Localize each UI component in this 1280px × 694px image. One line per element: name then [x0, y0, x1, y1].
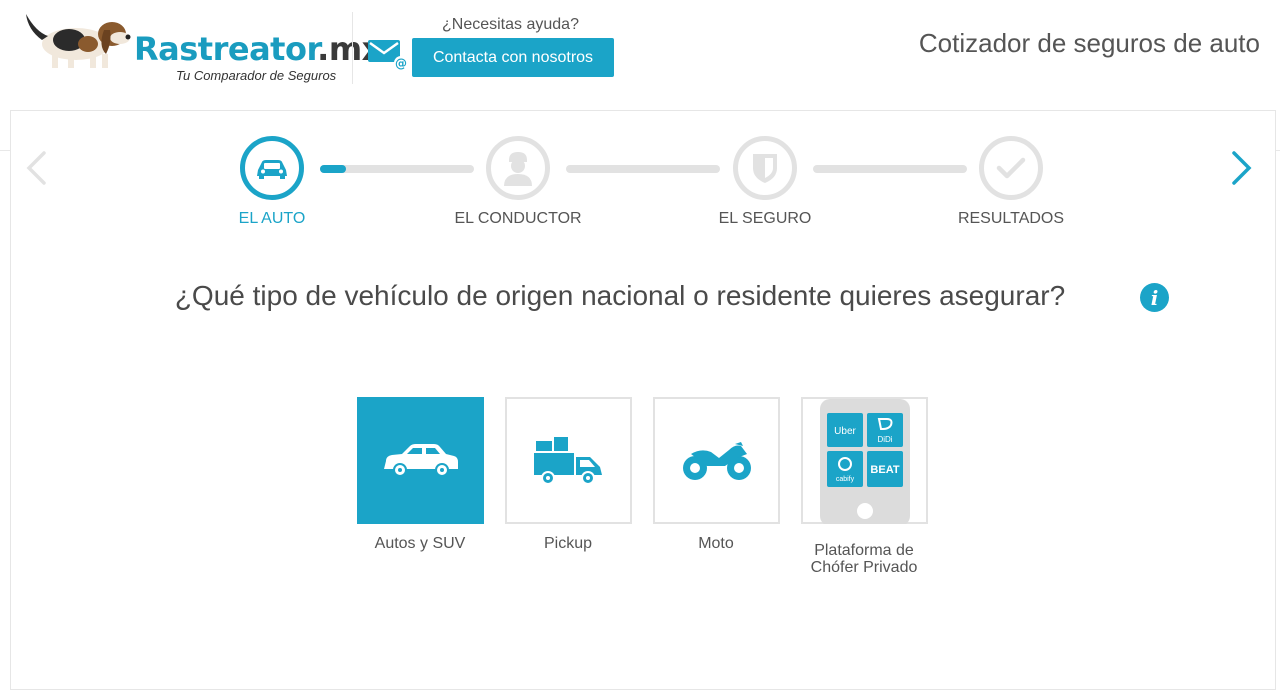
- beat-logo: BEAT: [870, 464, 899, 476]
- chevron-left-icon[interactable]: [24, 150, 48, 186]
- option-label-line1: Plataforma de: [814, 542, 914, 559]
- shield-icon: [753, 154, 777, 183]
- basset-hound-logo-icon: [26, 14, 131, 68]
- step-el-auto[interactable]: [240, 136, 304, 200]
- vehicle-type-question-text: ¿Qué tipo de vehículo de origen nacional…: [174, 280, 1066, 311]
- progress-bar-1-fill: [320, 165, 346, 173]
- car-icon: [383, 443, 458, 477]
- option-plataforma-chofer-privado[interactable]: Uber DiDi cabify BEAT: [801, 397, 928, 524]
- rideshare-apps-icon: Uber DiDi cabify BEAT: [819, 399, 910, 524]
- step-resultados[interactable]: [979, 136, 1043, 200]
- step-el-conductor[interactable]: [486, 136, 550, 200]
- vehicle-type-question: ¿Qué tipo de vehículo de origen nacional…: [0, 280, 1280, 312]
- progress-bar-2: [566, 165, 720, 173]
- logo-wordmark: Rastreator.mx: [134, 30, 382, 68]
- page-title: Cotizador de seguros de auto: [918, 28, 1260, 58]
- uber-logo: Uber: [834, 426, 856, 437]
- cabify-logo: cabify: [835, 476, 854, 483]
- logo-name: Rastreator: [134, 30, 318, 68]
- option-label-line2: Chófer Privado: [810, 559, 918, 576]
- option-moto[interactable]: [653, 397, 780, 524]
- help-label: ¿Necesitas ayuda?: [442, 16, 579, 33]
- didi-logo: DiDi: [877, 435, 892, 444]
- motorcycle-icon: [682, 441, 751, 480]
- header-divider: [352, 12, 353, 84]
- pickup-truck-icon: [533, 436, 602, 485]
- chevron-right-icon[interactable]: [1230, 150, 1254, 186]
- step-label-el-seguro: EL SEGURO: [718, 210, 812, 227]
- main-card: [10, 110, 1276, 690]
- option-autos-suv[interactable]: [357, 397, 484, 524]
- svg-text:@: @: [395, 57, 407, 71]
- driver-icon: [504, 152, 532, 186]
- logo-tagline: Tu Comparador de Seguros: [176, 68, 337, 83]
- option-label-plataforma: Plataforma de Chófer Privado: [774, 542, 954, 576]
- header: Rastreator.mx Tu Comparador de Seguros ¿…: [0, 0, 1280, 92]
- checkmark-icon: [996, 157, 1026, 179]
- progress-bar-3: [813, 165, 967, 173]
- option-pickup[interactable]: [505, 397, 632, 524]
- rastreator-logo[interactable]: Rastreator.mx Tu Comparador de Seguros: [24, 8, 382, 88]
- step-label-resultados: RESULTADOS: [957, 210, 1065, 227]
- info-icon[interactable]: i: [1140, 283, 1169, 312]
- step-el-seguro[interactable]: [733, 136, 797, 200]
- progress-bar-1: [320, 165, 474, 173]
- contact-button[interactable]: Contacta con nosotros: [412, 38, 614, 77]
- step-label-el-auto: EL AUTO: [238, 210, 306, 227]
- step-label-el-conductor: EL CONDUCTOR: [454, 210, 582, 227]
- car-icon: [257, 160, 287, 179]
- mail-at-icon: @: [368, 40, 408, 71]
